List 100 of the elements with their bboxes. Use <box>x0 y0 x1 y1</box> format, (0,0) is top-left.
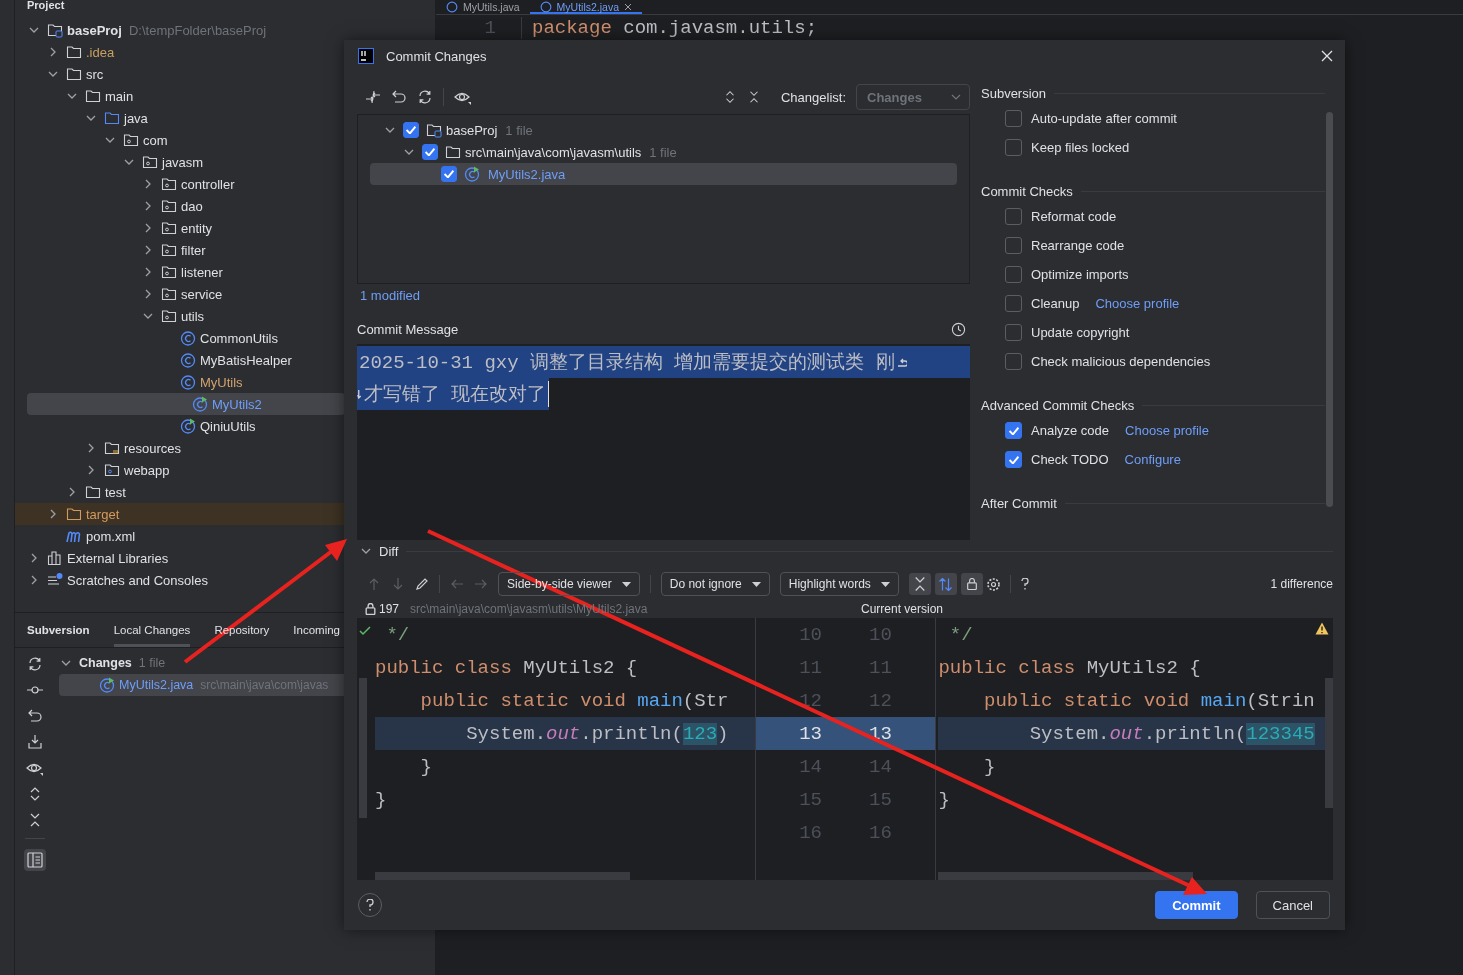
tree-item[interactable]: Scratches and Consoles <box>15 569 345 591</box>
tree-item[interactable]: MyBatisHealper <box>15 349 345 371</box>
tree-item[interactable]: webapp <box>15 459 345 481</box>
settings-icon[interactable] <box>986 577 1000 591</box>
details-toggle[interactable] <box>24 849 46 871</box>
tree-item[interactable]: service <box>15 283 345 305</box>
file-tree-item[interactable]: baseProj 1 file <box>370 119 957 141</box>
tree-item[interactable]: controller <box>15 173 345 195</box>
tree-item[interactable]: QiniuUtils <box>15 415 345 437</box>
option-link[interactable]: Choose profile <box>1125 423 1209 438</box>
tree-item[interactable]: listener <box>15 261 345 283</box>
commit-button[interactable]: Commit <box>1155 891 1238 919</box>
tree-item[interactable]: baseProj D:\tempFolder\baseProj <box>15 19 345 41</box>
scrollbar[interactable] <box>375 872 630 880</box>
undo-icon[interactable] <box>391 89 407 105</box>
chevron-icon[interactable] <box>61 658 71 668</box>
checkbox[interactable] <box>1005 451 1022 468</box>
checkbox[interactable] <box>1005 422 1022 439</box>
checkbox[interactable] <box>1005 110 1022 127</box>
editor-tab[interactable]: MyUtils.java <box>436 0 530 14</box>
tree-item[interactable]: dao <box>15 195 345 217</box>
tree-item[interactable]: test <box>15 481 345 503</box>
chevron-icon[interactable] <box>143 245 153 255</box>
tree-item[interactable]: utils <box>15 305 345 327</box>
refresh-icon[interactable] <box>417 89 433 105</box>
tree-item[interactable]: entity <box>15 217 345 239</box>
chevron-icon[interactable] <box>86 465 96 475</box>
scrollbar[interactable] <box>1325 678 1333 808</box>
chevron-icon[interactable] <box>29 553 39 563</box>
tree-item[interactable]: java <box>15 107 345 129</box>
chevron-icon[interactable] <box>48 509 58 519</box>
tree-item[interactable]: .idea <box>15 41 345 63</box>
option-link[interactable]: Configure <box>1124 452 1181 467</box>
difference-count: 1 difference <box>1270 577 1333 591</box>
chevron-icon[interactable] <box>143 289 153 299</box>
chevron-icon[interactable] <box>29 575 39 585</box>
tree-item[interactable]: src <box>15 63 345 85</box>
chevron-icon[interactable] <box>48 47 58 57</box>
code-line: */ <box>385 622 410 648</box>
checkbox[interactable] <box>1005 266 1022 283</box>
chevron-icon[interactable] <box>143 179 153 189</box>
tree-item[interactable]: CommonUtils <box>15 327 345 349</box>
chevron-icon[interactable] <box>124 157 134 167</box>
chevron-icon[interactable] <box>143 267 153 277</box>
tree-item[interactable]: resources <box>15 437 345 459</box>
clock-icon[interactable] <box>951 321 966 337</box>
summary-link[interactable]: 1 modified <box>357 284 420 306</box>
checkbox[interactable] <box>1005 353 1022 370</box>
chevron-icon[interactable] <box>86 113 96 123</box>
help-icon[interactable] <box>1020 578 1029 590</box>
tree-item[interactable]: External Libraries <box>15 547 345 569</box>
tree-item[interactable]: pom.xml <box>15 525 345 547</box>
chevron-icon[interactable] <box>143 311 153 321</box>
chevron-icon[interactable] <box>29 25 39 35</box>
chevron-icon[interactable] <box>143 201 153 211</box>
tree-item[interactable]: com <box>15 129 345 151</box>
cancel-button[interactable]: Cancel <box>1255 891 1330 919</box>
file-tree-item[interactable]: src\main\java\com\javasm\utils 1 file <box>370 141 957 163</box>
file-tree-item[interactable]: MyUtils2.java <box>370 163 957 185</box>
highlight-dropdown[interactable]: Highlight words <box>779 572 899 596</box>
ignore-dropdown[interactable]: Do not ignore <box>660 572 770 596</box>
checkbox[interactable] <box>1005 295 1022 312</box>
chevron-icon[interactable] <box>143 223 153 233</box>
tree-item[interactable]: MyUtils2 <box>27 393 345 415</box>
chevron-icon[interactable] <box>48 69 58 79</box>
tree-item[interactable]: filter <box>15 239 345 261</box>
commit-message-field[interactable]: 2025-10-31 gxy 调整了目录结构 增加需要提交的测试类 刚 才写错了 现在改对了 <box>357 344 970 540</box>
chevron-icon[interactable] <box>67 91 77 101</box>
chevron-icon[interactable] <box>404 147 414 157</box>
editor-tab[interactable]: MyUtils2.java <box>529 0 643 14</box>
chevron-icon[interactable] <box>361 546 371 556</box>
checkbox[interactable] <box>441 166 457 182</box>
chevron-icon[interactable] <box>86 443 96 453</box>
sync-scroll-toggle[interactable] <box>934 573 957 595</box>
checkbox[interactable] <box>1005 208 1022 225</box>
refresh-icon[interactable] <box>27 656 43 672</box>
checkbox[interactable] <box>1005 324 1022 341</box>
checkbox[interactable] <box>422 144 438 160</box>
download-icon[interactable] <box>27 734 43 750</box>
arrows-icon[interactable] <box>365 89 381 105</box>
scrollbar[interactable] <box>1326 112 1333 507</box>
option-link[interactable]: Choose profile <box>1095 296 1180 311</box>
tree-item[interactable]: main <box>15 85 345 107</box>
panel-tab[interactable]: Incoming <box>293 613 340 647</box>
chevron-icon[interactable] <box>105 135 115 145</box>
pencil-icon[interactable] <box>415 577 429 591</box>
tree-item[interactable]: MyUtils <box>15 371 345 393</box>
tree-item[interactable]: target <box>15 503 345 525</box>
close-icon[interactable] <box>624 3 633 11</box>
tree-item[interactable]: javasm <box>15 151 345 173</box>
collapse-toggle[interactable] <box>908 573 931 595</box>
lock-toggle[interactable] <box>960 573 983 595</box>
chevron-icon[interactable] <box>67 487 77 497</box>
panel-tab[interactable]: Local Changes <box>113 613 191 647</box>
undo-icon[interactable] <box>27 708 43 724</box>
scrollbar[interactable] <box>938 872 1194 880</box>
checkbox[interactable] <box>1005 237 1022 254</box>
checkbox[interactable] <box>403 122 419 138</box>
checkbox[interactable] <box>1005 139 1022 156</box>
chevron-icon[interactable] <box>385 125 395 135</box>
